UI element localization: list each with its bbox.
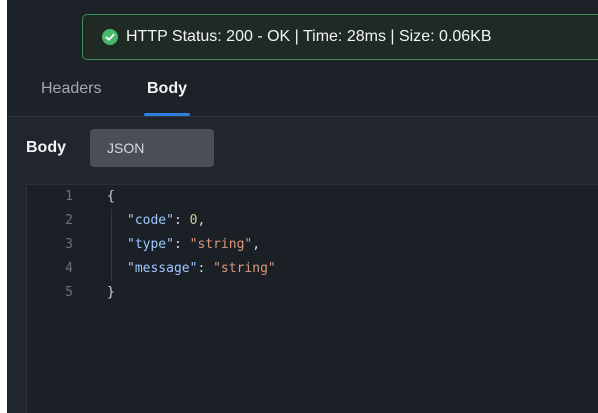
status-bar: HTTP Status: 200 - OK | Time: 28ms | Siz… — [82, 14, 598, 60]
json-key-type: "type" — [127, 237, 174, 252]
line-text: } — [107, 281, 115, 305]
line-text: { — [107, 185, 115, 209]
json-value-type: "string" — [189, 237, 253, 252]
line-text: "message": "string" — [127, 257, 276, 281]
code-line: 4 "message": "string" — [27, 257, 598, 281]
tabs-divider — [7, 116, 598, 117]
code-line: 5 } — [27, 281, 598, 305]
response-panel: HTTP Status: 200 - OK | Time: 28ms | Siz… — [7, 0, 598, 413]
json-comma: , — [252, 237, 261, 252]
close-brace: } — [107, 285, 115, 300]
line-number: 1 — [65, 189, 73, 204]
body-label: Body — [26, 139, 66, 156]
json-colon: : — [197, 261, 214, 276]
tab-headers[interactable]: Headers — [41, 80, 101, 98]
code-line: 3 "type": "string", — [27, 233, 598, 257]
json-colon: : — [173, 237, 190, 252]
json-value-message: "string" — [213, 261, 276, 276]
tab-body[interactable]: Body — [147, 80, 187, 98]
format-select[interactable]: JSON — [90, 129, 214, 167]
line-text: "type": "string", — [127, 233, 260, 257]
json-comma: , — [197, 213, 206, 228]
json-editor[interactable]: 1 { 2 "code": 0, 3 "type": "string", 4 "… — [26, 184, 598, 413]
code-line: 2 "code": 0, — [27, 209, 598, 233]
json-key-code: "code" — [127, 213, 174, 228]
status-message: HTTP Status: 200 - OK | Time: 28ms | Siz… — [126, 28, 492, 45]
json-key-message: "message" — [127, 261, 198, 276]
open-brace: { — [107, 189, 115, 204]
line-number: 2 — [65, 213, 73, 228]
response-tabs: Headers Body — [7, 64, 598, 116]
code-line: 1 { — [27, 185, 598, 209]
json-colon: : — [173, 213, 190, 228]
response-header: HTTP Status: 200 - OK | Time: 28ms | Siz… — [7, 0, 598, 116]
line-number: 4 — [65, 261, 73, 276]
line-number: 3 — [65, 237, 73, 252]
check-circle-icon — [102, 29, 118, 45]
line-number: 5 — [65, 285, 73, 300]
line-text: "code": 0, — [127, 209, 205, 233]
